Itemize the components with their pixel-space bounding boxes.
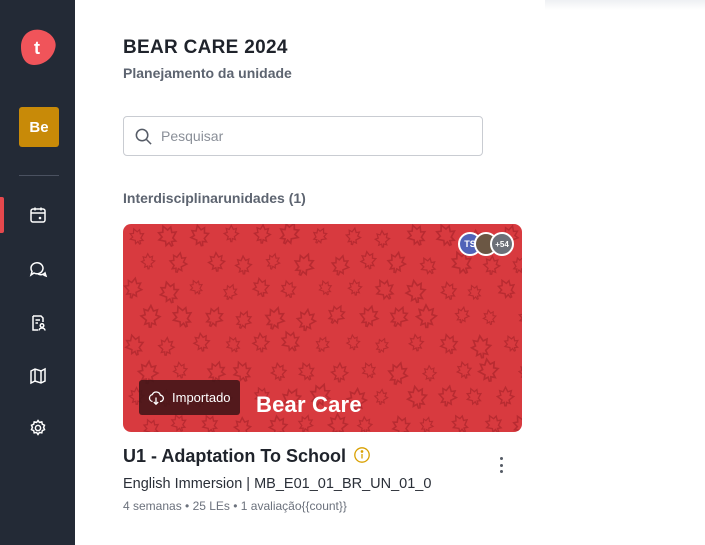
sidebar-divider [19,175,59,176]
main-content: BEAR CARE 2024 Planejamento da unidade I… [75,0,705,545]
search-icon [135,128,152,145]
dot [499,463,503,467]
imported-label: Importado [172,390,231,405]
page-title: BEAR CARE 2024 [123,37,288,58]
cloud-download-icon [148,390,164,405]
sidebar: t Be [0,0,75,545]
app-logo[interactable]: t [17,27,59,67]
info-icon[interactable] [353,446,371,464]
imported-badge: Importado [139,380,240,415]
dot [499,470,503,473]
unit-code: English Immersion | MB_E01_01_BR_UN_01_0 [123,476,432,492]
page-subtitle: Planejamento da unidade [123,65,292,81]
unit-title[interactable]: U1 - Adaptation To School [123,446,346,467]
unit-card-image[interactable]: TS +54 Importado Bear Care [123,224,522,432]
sidebar-item-maps[interactable] [0,354,75,398]
map-icon [29,367,46,385]
collaborator-avatars[interactable]: TS +54 [458,232,514,256]
sidebar-item-messages[interactable] [0,247,75,291]
section-label: Interdisciplinarunidades (1) [123,190,306,206]
gear-icon [30,419,45,436]
sidebar-item-planning[interactable] [0,193,75,237]
avatar-overflow-count[interactable]: +54 [490,232,514,256]
logo-letter: t [34,38,40,58]
dot [499,457,503,460]
unit-meta: 4 semanas • 25 LEs • 1 avaliação{{count}… [123,499,347,513]
more-options-button[interactable] [493,455,509,475]
search-input[interactable] [161,128,461,144]
student-report-icon [31,315,46,331]
card-brand-text: Bear Care [256,392,362,417]
sidebar-item-settings[interactable] [0,406,75,450]
calendar-icon [29,207,46,223]
chat-icon [29,262,47,278]
sidebar-item-students[interactable] [0,301,75,345]
top-shadow [545,0,705,10]
search-box[interactable] [123,116,483,156]
workspace-badge[interactable]: Be [19,107,59,147]
